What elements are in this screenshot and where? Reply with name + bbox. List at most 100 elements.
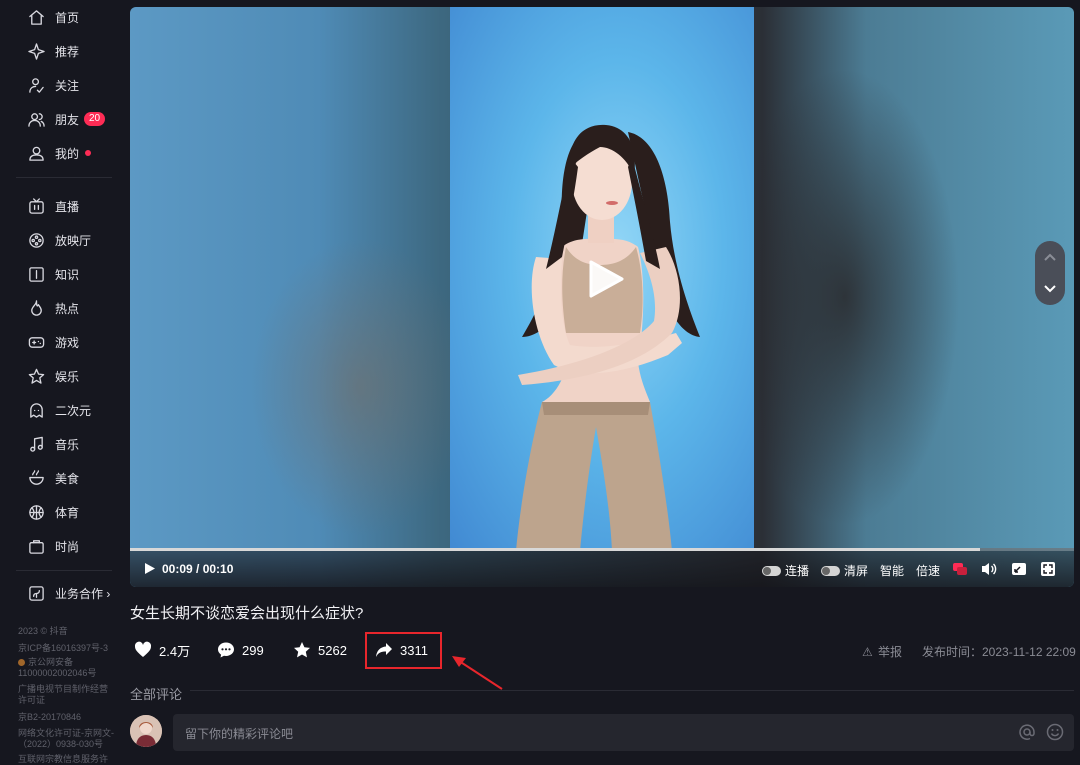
play-icon[interactable] (588, 260, 624, 298)
sidebar-item-sports[interactable]: 体育 (0, 497, 122, 527)
footer-copyright: 2023 © 抖音 (18, 626, 68, 636)
sidebar-item-label: 热点 (55, 301, 80, 316)
video-player[interactable]: 00:09 / 00:10 连播 清屏 智能 倍速 (130, 7, 1074, 587)
autoplay-label: 连播 (785, 564, 810, 578)
heart-icon (134, 641, 152, 657)
comment-count: 299 (242, 642, 264, 658)
police-badge-icon (18, 659, 25, 666)
video-switch-control[interactable] (1035, 241, 1065, 305)
sidebar-item-games[interactable]: 游戏 (0, 327, 122, 357)
footer-police-number[interactable]: 11000002002046号 (18, 668, 118, 679)
follow-icon (27, 76, 45, 94)
sidebar-item-label: 知识 (55, 267, 80, 282)
danmaku-icon[interactable] (952, 561, 968, 577)
bowl-icon (27, 469, 45, 487)
notification-dot (85, 150, 91, 156)
basketball-icon (27, 503, 45, 521)
like-button[interactable]: 2.4万 (134, 641, 190, 659)
toggle-switch (762, 565, 781, 576)
video-title: 女生长期不谈恋爱会出现什么症状? (130, 605, 364, 622)
sidebar-item-anime[interactable]: 二次元 (0, 395, 122, 425)
avatar[interactable] (130, 715, 162, 747)
footer-icp[interactable]: 京ICP备16016397号-3 (18, 643, 118, 654)
sparkle-icon (27, 42, 45, 60)
emoji-icon[interactable] (1046, 723, 1064, 741)
footer-police[interactable]: 京公网安备 (18, 657, 118, 668)
haze-right (730, 67, 960, 527)
mention-icon[interactable] (1018, 723, 1036, 741)
footer-b2[interactable]: 京B2-20170846 (18, 712, 118, 723)
sidebar-item-mine[interactable]: 我的 (0, 138, 122, 168)
volume-icon[interactable] (981, 561, 997, 577)
sidebar-item-cinema[interactable]: 放映厅 (0, 225, 122, 255)
footer-religion[interactable]: 互联网宗教信息服务许 (18, 754, 118, 765)
sidebar-item-entertainment[interactable]: 娱乐 (0, 361, 122, 391)
footer-culture-line2[interactable]: （2022）0938-030号 (18, 739, 118, 750)
sidebar-item-label: 朋友 (55, 112, 80, 127)
sidebar-item-label: 首页 (55, 10, 80, 25)
play-small-icon[interactable] (144, 562, 156, 575)
fullscreen-icon[interactable] (1040, 561, 1056, 577)
sidebar-item-friends[interactable]: 朋友 20 (0, 104, 122, 134)
share-highlight-box (365, 632, 442, 669)
sidebar-item-label: 关注 (55, 78, 80, 93)
avatar-image (130, 715, 162, 747)
star-filled-icon (294, 642, 310, 658)
sidebar-item-label: 美食 (55, 471, 80, 486)
sidebar-item-recommend[interactable]: 推荐 (0, 36, 122, 66)
favorite-count: 5262 (318, 642, 347, 658)
quality-button[interactable]: 智能 (880, 562, 904, 579)
friends-count-badge: 20 (84, 112, 106, 126)
sidebar-item-follow[interactable]: 关注 (0, 70, 122, 100)
friends-icon (27, 110, 45, 128)
clear-screen-label: 清屏 (844, 564, 869, 578)
comment-button[interactable]: 299 (217, 641, 264, 659)
report-label: 举报 (878, 645, 903, 659)
sidebar-divider (16, 570, 112, 571)
sidebar-item-knowledge[interactable]: 知识 (0, 259, 122, 289)
anime-ghost-icon (27, 401, 45, 419)
comments-divider (190, 690, 1074, 691)
sidebar-item-food[interactable]: 美食 (0, 463, 122, 493)
speed-button[interactable]: 倍速 (916, 562, 940, 579)
annotation-arrow (452, 656, 503, 690)
sidebar-item-live[interactable]: 直播 (0, 191, 122, 221)
footer-license-line1[interactable]: 广播电视节目制作经营 (18, 684, 118, 695)
star-icon (27, 367, 45, 385)
playback-time: 00:09 / 00:10 (162, 562, 234, 576)
tv-icon (27, 197, 45, 215)
gamepad-icon (27, 333, 45, 351)
sidebar-item-label: 二次元 (55, 403, 92, 418)
chevron-down-icon[interactable] (1043, 284, 1057, 294)
sidebar-item-business[interactable]: 业务合作 › (0, 578, 122, 608)
clear-screen-toggle[interactable]: 清屏 (821, 562, 868, 579)
sidebar-divider (16, 177, 112, 178)
sidebar-item-label: 放映厅 (55, 233, 92, 248)
like-count: 2.4万 (159, 643, 191, 659)
footer-license-line2[interactable]: 许可证 (18, 695, 118, 706)
sidebar-item-fashion[interactable]: 时尚 (0, 531, 122, 561)
picture-in-picture-icon[interactable] (1011, 561, 1027, 577)
flame-icon (27, 299, 45, 317)
toggle-switch (821, 565, 840, 576)
sidebar-item-label: 推荐 (55, 44, 80, 59)
sidebar-item-label: 直播 (55, 199, 80, 214)
business-icon (27, 584, 45, 602)
sidebar-item-home[interactable]: 首页 (0, 2, 122, 32)
report-button[interactable]: ⚠ 举报 (862, 643, 902, 660)
sidebar-item-label: 游戏 (55, 335, 80, 350)
progress-bar[interactable] (130, 548, 1074, 551)
chevron-up-icon[interactable] (1043, 252, 1057, 262)
bag-icon (27, 537, 45, 555)
sidebar-item-label: 娱乐 (55, 369, 80, 384)
footer-police-label: 京公网安备 (28, 657, 74, 667)
favorite-button[interactable]: 5262 (293, 641, 347, 659)
footer-culture-line1[interactable]: 网络文化许可证-京网文- (18, 728, 118, 739)
sidebar-item-label: 音乐 (55, 437, 80, 452)
comment-input-box (173, 714, 1074, 753)
autoplay-toggle[interactable]: 连播 (762, 562, 809, 579)
sidebar-item-music[interactable]: 音乐 (0, 429, 122, 459)
home-icon (27, 8, 45, 26)
sidebar-item-trending[interactable]: 热点 (0, 293, 122, 323)
comment-input[interactable] (183, 714, 1007, 753)
